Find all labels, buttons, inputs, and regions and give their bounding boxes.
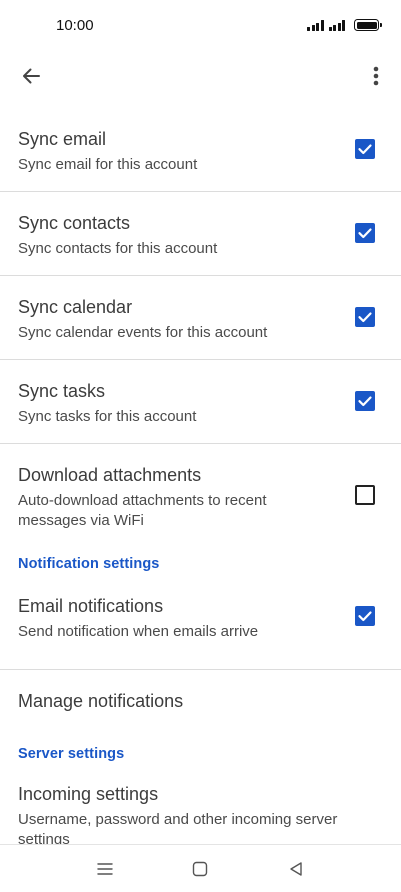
sync-calendar-subtitle: Sync calendar events for this account: [18, 324, 268, 341]
sync-email-title: Sync email: [18, 129, 107, 149]
check-icon: [358, 312, 372, 323]
menu-button[interactable]: [93, 857, 117, 881]
sync-calendar-title: Sync calendar: [18, 297, 133, 317]
download-attachments-checkbox[interactable]: [355, 485, 375, 505]
more-options-button[interactable]: [357, 57, 395, 95]
sync-email-subtitle: Sync email for this account: [18, 156, 198, 173]
check-icon: [358, 611, 372, 622]
sync-tasks-title: Sync tasks: [18, 381, 106, 401]
status-bar: 10:00: [0, 0, 401, 52]
square-home-icon: [192, 861, 208, 877]
notification-settings-label: Notification settings: [18, 556, 160, 572]
signal-icon: [307, 20, 324, 31]
email-notifications-checkbox[interactable]: [355, 606, 375, 626]
status-time: 10:00: [56, 17, 94, 34]
triangle-back-icon: [290, 862, 302, 876]
email-notifications-subtitle: Send notification when emails arrive: [18, 623, 259, 640]
download-attachments-title: Download attachments: [18, 465, 202, 485]
sync-tasks-checkbox[interactable]: [355, 391, 375, 411]
manage-notifications-row[interactable]: Manage notifications: [0, 670, 401, 732]
download-attachments-row[interactable]: Download attachments Auto-download attac…: [0, 444, 401, 542]
sync-contacts-checkbox[interactable]: [355, 223, 375, 243]
sync-tasks-row[interactable]: Sync tasks Sync tasks for this account: [0, 360, 401, 444]
check-icon: [358, 228, 372, 239]
status-icons: [307, 19, 382, 31]
email-notifications-row[interactable]: Email notifications Send notification wh…: [0, 586, 401, 670]
incoming-settings-title: Incoming settings: [18, 784, 159, 804]
signal-icon-2: [328, 20, 345, 31]
sync-email-checkbox[interactable]: [355, 139, 375, 159]
home-button[interactable]: [188, 857, 212, 881]
sync-calendar-checkbox[interactable]: [355, 307, 375, 327]
email-notifications-title: Email notifications: [18, 596, 164, 616]
incoming-settings-subtitle: Username, password and other incoming se…: [18, 811, 338, 844]
manage-notifications-title: Manage notifications: [18, 691, 184, 711]
sync-calendar-row[interactable]: Sync calendar Sync calendar events for t…: [0, 276, 401, 360]
check-icon: [358, 144, 372, 155]
download-attachments-subtitle: Auto-download attachments to recent mess…: [18, 492, 267, 529]
incoming-settings-row[interactable]: Incoming settings Username, password and…: [0, 776, 401, 844]
sync-contacts-subtitle: Sync contacts for this account: [18, 240, 218, 257]
battery-icon: [354, 19, 382, 31]
settings-list[interactable]: Sync email Sync email for this account S…: [0, 108, 401, 844]
system-back-button[interactable]: [284, 857, 308, 881]
arrow-back-icon: [23, 68, 40, 84]
check-icon: [358, 396, 372, 407]
server-settings-label: Server settings: [18, 746, 125, 762]
app-bar: [0, 52, 401, 100]
server-settings-header: Server settings: [0, 732, 401, 776]
sync-contacts-row[interactable]: Sync contacts Sync contacts for this acc…: [0, 192, 401, 276]
menu-icon: [97, 863, 113, 875]
sync-tasks-subtitle: Sync tasks for this account: [18, 408, 197, 425]
back-button[interactable]: [12, 57, 50, 95]
notification-settings-header: Notification settings: [0, 542, 401, 586]
sync-contacts-title: Sync contacts: [18, 213, 131, 233]
sync-email-row[interactable]: Sync email Sync email for this account: [0, 108, 401, 192]
system-nav-bar: [0, 844, 401, 892]
more-vert-icon: [373, 66, 379, 86]
